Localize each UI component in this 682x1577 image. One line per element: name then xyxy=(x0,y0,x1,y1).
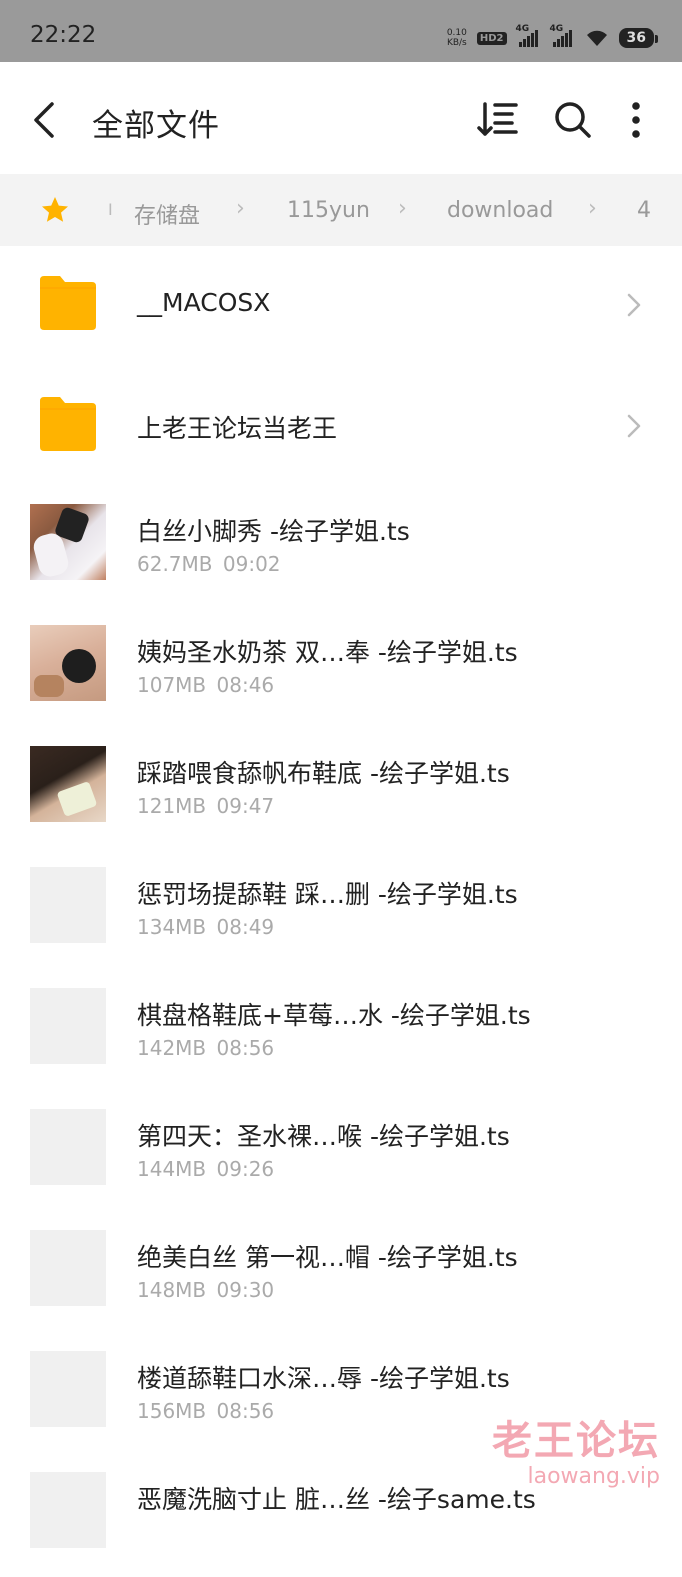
file-meta: 62.7MB 09:02 xyxy=(137,552,281,576)
breadcrumb-separator: › xyxy=(588,196,597,221)
file-list: __MACOSX 上老王论坛当老王 白丝小脚秀 -绘子学姐.ts 62.7MB … xyxy=(0,246,682,1577)
video-thumbnail xyxy=(30,625,106,701)
file-name: 姨妈圣水奶茶 双…奉 -绘子学姐.ts xyxy=(137,638,518,667)
signal-label-2: 4G xyxy=(549,24,564,34)
file-meta: 121MB 09:47 xyxy=(137,794,274,818)
file-size: 121MB xyxy=(137,794,207,818)
file-meta: 107MB 08:46 xyxy=(137,673,274,697)
file-size: 142MB xyxy=(137,1036,207,1060)
file-name: 棋盘格鞋底+草莓…水 -绘子学姐.ts xyxy=(137,1001,531,1030)
breadcrumb-divider: I xyxy=(108,200,113,219)
breadcrumb-separator: › xyxy=(398,196,407,221)
file-name: __MACOSX xyxy=(137,288,271,317)
file-name: 恶魔洗脑寸止 脏…丝 -绘子same.ts xyxy=(137,1485,536,1514)
file-meta: 148MB 09:30 xyxy=(137,1278,274,1302)
file-row[interactable]: 白丝小脚秀 -绘子学姐.ts 62.7MB 09:02 xyxy=(0,488,682,609)
file-time: 09:02 xyxy=(222,552,281,576)
breadcrumb-item-storage[interactable]: 存储盘 xyxy=(134,198,200,230)
wifi-icon xyxy=(586,30,607,46)
network-speed-value: 0.10 xyxy=(446,28,467,38)
file-name: 上老王论坛当老王 xyxy=(137,414,338,443)
folder-row[interactable]: __MACOSX xyxy=(0,246,682,367)
file-time: 09:26 xyxy=(216,1157,275,1181)
back-icon[interactable] xyxy=(26,100,66,140)
status-time: 22:22 xyxy=(30,22,97,48)
video-thumbnail xyxy=(30,504,106,580)
file-size: 134MB xyxy=(137,915,207,939)
watermark-url: laowang.vip xyxy=(527,1464,660,1489)
sort-icon[interactable] xyxy=(476,98,520,142)
status-bar: 22:22 0.10 KB/s HD2 4G 4G 36 xyxy=(0,0,682,62)
file-name: 楼道舔鞋口水深…辱 -绘子学姐.ts xyxy=(137,1364,510,1393)
file-meta: 156MB 08:56 xyxy=(137,1399,274,1423)
video-thumbnail-placeholder xyxy=(30,1109,106,1185)
video-thumbnail-placeholder xyxy=(30,1472,106,1548)
file-row[interactable]: 惩罚场提舔鞋 踩…删 -绘子学姐.ts 134MB 08:49 xyxy=(0,851,682,972)
file-time: 09:47 xyxy=(216,794,275,818)
page-title: 全部文件 xyxy=(92,108,220,144)
chevron-right-icon xyxy=(627,414,641,438)
file-row[interactable]: 踩踏喂食舔帆布鞋底 -绘子学姐.ts 121MB 09:47 xyxy=(0,730,682,851)
breadcrumb-item-115yun[interactable]: 115yun xyxy=(287,198,370,223)
file-row[interactable]: 姨妈圣水奶茶 双…奉 -绘子学姐.ts 107MB 08:46 xyxy=(0,609,682,730)
watermark-title: 老王论坛 xyxy=(492,1418,660,1464)
network-speed: 0.10 KB/s xyxy=(447,28,467,48)
signal-icon-2: 4G xyxy=(550,24,575,47)
file-name: 惩罚场提舔鞋 踩…删 -绘子学姐.ts xyxy=(137,880,518,909)
video-thumbnail xyxy=(30,746,106,822)
video-thumbnail-placeholder xyxy=(30,867,106,943)
file-time: 09:30 xyxy=(216,1278,275,1302)
star-icon[interactable] xyxy=(40,195,70,225)
hd-icon: HD2 xyxy=(476,31,507,45)
search-icon[interactable] xyxy=(551,98,595,142)
file-meta: 144MB 09:26 xyxy=(137,1157,274,1181)
status-icons: 0.10 KB/s HD2 4G 4G 36 xyxy=(447,24,659,52)
network-speed-unit: KB/s xyxy=(446,38,467,48)
file-name: 第四天：圣水裸…喉 -绘子学姐.ts xyxy=(137,1122,510,1151)
file-size: 156MB xyxy=(137,1399,207,1423)
file-name: 绝美白丝 第一视…帽 -绘子学姐.ts xyxy=(137,1243,518,1272)
folder-icon xyxy=(40,276,96,330)
watermark: 老王论坛 laowang.vip xyxy=(492,1408,660,1489)
breadcrumb-item-download[interactable]: download xyxy=(447,198,553,223)
signal-label: 4G xyxy=(515,24,530,34)
chevron-right-icon xyxy=(627,293,641,317)
breadcrumb-separator: › xyxy=(236,196,245,221)
file-size: 144MB xyxy=(137,1157,207,1181)
file-size: 62.7MB xyxy=(137,552,213,576)
breadcrumb: I 存储盘 › 115yun › download › 4 xyxy=(0,174,682,246)
folder-icon xyxy=(40,397,96,451)
more-icon[interactable] xyxy=(614,98,658,142)
file-time: 08:46 xyxy=(216,673,275,697)
battery-icon: 36 xyxy=(618,28,659,48)
file-meta: 142MB 08:56 xyxy=(137,1036,274,1060)
file-name: 白丝小脚秀 -绘子学姐.ts xyxy=(137,517,410,546)
file-time: 08:56 xyxy=(216,1036,275,1060)
video-thumbnail-placeholder xyxy=(30,1230,106,1306)
folder-row[interactable]: 上老王论坛当老王 xyxy=(0,367,682,488)
signal-icon: 4G xyxy=(516,24,541,47)
file-size: 148MB xyxy=(137,1278,207,1302)
breadcrumb-item-current[interactable]: 4 xyxy=(637,198,651,223)
video-thumbnail-placeholder xyxy=(30,988,106,1064)
file-size: 107MB xyxy=(137,673,207,697)
file-time: 08:56 xyxy=(216,1399,275,1423)
file-name: 踩踏喂食舔帆布鞋底 -绘子学姐.ts xyxy=(137,759,510,788)
file-meta: 134MB 08:49 xyxy=(137,915,274,939)
video-thumbnail-placeholder xyxy=(30,1351,106,1427)
app-header: 全部文件 xyxy=(0,62,682,174)
file-time: 08:49 xyxy=(216,915,275,939)
file-row[interactable]: 绝美白丝 第一视…帽 -绘子学姐.ts 148MB 09:30 xyxy=(0,1214,682,1335)
file-row[interactable]: 棋盘格鞋底+草莓…水 -绘子学姐.ts 142MB 08:56 xyxy=(0,972,682,1093)
file-row[interactable]: 第四天：圣水裸…喉 -绘子学姐.ts 144MB 09:26 xyxy=(0,1093,682,1214)
